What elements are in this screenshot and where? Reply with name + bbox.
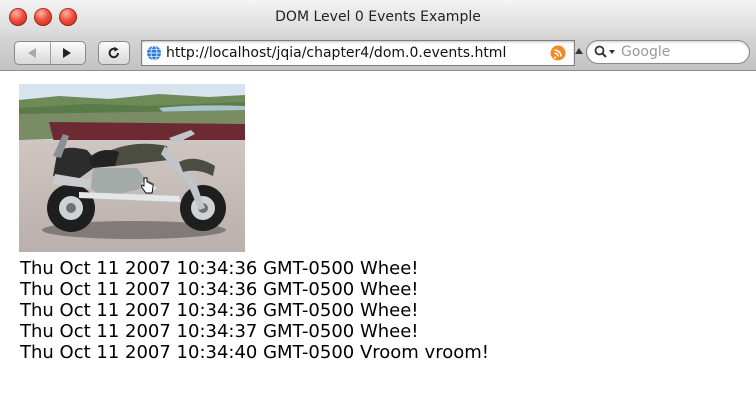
page-content: Thu Oct 11 2007 10:34:36 GMT-0500 Whee! …	[0, 71, 756, 408]
log-entry: Thu Oct 11 2007 10:34:40 GMT-0500 Vroom …	[20, 342, 489, 363]
search-input[interactable]	[621, 42, 739, 62]
log-entry: Thu Oct 11 2007 10:34:36 GMT-0500 Whee!	[20, 258, 419, 279]
log-entry: Thu Oct 11 2007 10:34:37 GMT-0500 Whee!	[20, 321, 419, 342]
window-title: DOM Level 0 Events Example	[275, 9, 481, 25]
browser-toolbar: http://localhost/jqia/chapter4/dom.0.eve…	[0, 34, 756, 71]
nav-buttons	[14, 41, 86, 65]
motorcycle-image[interactable]	[19, 84, 245, 252]
log-entry: Thu Oct 11 2007 10:34:36 GMT-0500 Whee!	[20, 279, 419, 300]
caret-icon	[575, 48, 583, 54]
event-log: Thu Oct 11 2007 10:34:36 GMT-0500 Whee! …	[20, 258, 489, 363]
globe-icon	[147, 45, 161, 61]
reload-button[interactable]	[98, 41, 130, 65]
reload-icon	[108, 46, 119, 59]
forward-arrow-icon	[63, 48, 71, 58]
log-entry: Thu Oct 11 2007 10:34:36 GMT-0500 Whee!	[20, 300, 419, 321]
browser-window: DOM Level 0 Events Example http://localh…	[0, 0, 756, 408]
back-arrow-icon	[28, 48, 36, 58]
address-bar[interactable]: http://localhost/jqia/chapter4/dom.0.eve…	[141, 40, 575, 66]
search-box[interactable]	[586, 40, 750, 64]
forward-button[interactable]	[50, 42, 85, 64]
title-bar: DOM Level 0 Events Example	[0, 0, 756, 35]
rss-icon[interactable]	[550, 45, 566, 61]
back-button[interactable]	[15, 42, 51, 64]
search-icon[interactable]	[594, 45, 618, 59]
url-text[interactable]: http://localhost/jqia/chapter4/dom.0.eve…	[166, 45, 506, 61]
